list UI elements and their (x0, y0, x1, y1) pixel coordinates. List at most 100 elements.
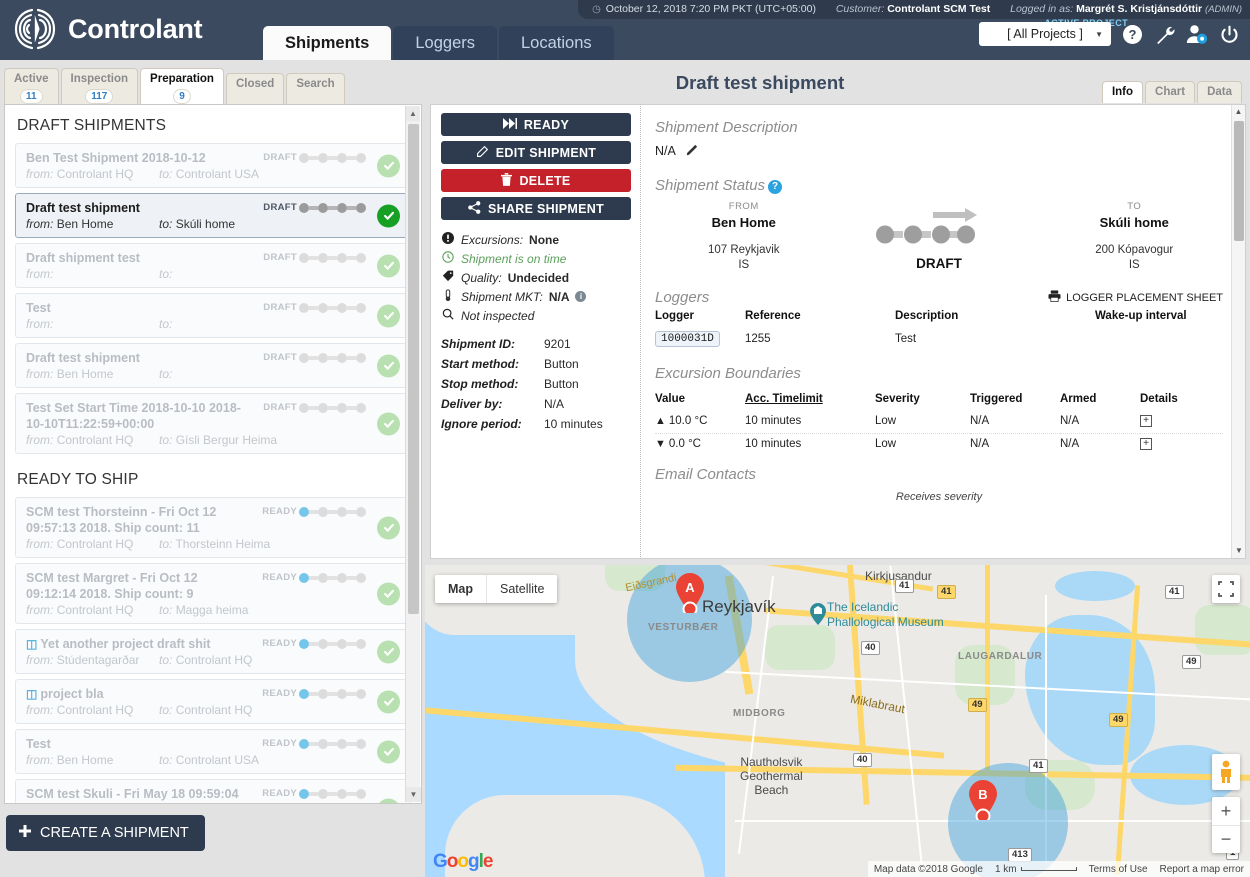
shipment-filter-tabs: Active 11 Inspection 117 Preparation 9 C… (4, 68, 347, 108)
map-type-satellite[interactable]: Satellite (486, 575, 557, 603)
subtab-active[interactable]: Active 11 (4, 68, 59, 108)
list-item[interactable]: Test from: Ben Home to: Controlant USA READ… (15, 729, 411, 774)
list-item[interactable]: SCM test Skuli - Fri May 18 09:59:04 201… (15, 779, 411, 803)
subtab-inspection[interactable]: Inspection 117 (60, 68, 139, 108)
shipment-check-icon[interactable] (377, 304, 400, 327)
delete-button[interactable]: DELETE (441, 169, 631, 192)
progress-dot (318, 506, 328, 517)
route-shield-49-a: 49 (1182, 655, 1201, 669)
list-item[interactable]: Test Set Start Time 2018-10-10 2018-10-1… (15, 393, 411, 454)
active-project-select[interactable]: [ All Projects ] ▼ (979, 22, 1111, 46)
tab-data[interactable]: Data (1197, 81, 1242, 103)
pencil-icon[interactable] (686, 143, 699, 159)
list-item[interactable]: Draft shipment test from: to: DRAFT (15, 243, 411, 288)
nav-tab-loggers[interactable]: Loggers (393, 26, 497, 60)
shipment-check-icon[interactable] (377, 412, 400, 435)
zoom-in-button[interactable]: + (1212, 797, 1240, 825)
nav-tab-shipments[interactable]: Shipments (263, 26, 392, 60)
list-item[interactable]: Draft test shipment from: Ben Home to: Skú… (15, 193, 411, 238)
brand-logo[interactable]: Controlant (12, 6, 203, 52)
subtab-search[interactable]: Search (286, 73, 345, 108)
map-pin-a[interactable]: A (676, 573, 704, 617)
progress-bar-segment (309, 575, 318, 580)
expand-icon[interactable]: + (1140, 438, 1152, 450)
share-shipment-button[interactable]: SHARE SHIPMENT (441, 197, 631, 220)
to-address-line2: IS (1128, 259, 1140, 271)
shipment-check-icon[interactable] (377, 254, 400, 277)
info-icon[interactable]: i (575, 291, 587, 302)
question-icon[interactable]: ? (768, 180, 783, 194)
scroll-down-icon[interactable]: ▼ (1232, 544, 1245, 558)
list-scrollbar[interactable]: ▲ ▼ (405, 106, 421, 802)
excursion-severity-high: Low (875, 411, 970, 434)
map-pin-a-label: A (685, 580, 695, 595)
shipment-map[interactable]: A B Eiðsgrandi Reykjavík VESTURBÆR MIDBO… (425, 565, 1250, 877)
detail-start-method: Start method: Button (441, 357, 630, 371)
subtab-closed[interactable]: Closed (225, 73, 285, 108)
route-shield-413: 413 (1008, 848, 1032, 862)
shipment-status-indicator: READY (262, 572, 366, 583)
shipment-check-icon[interactable] (377, 640, 400, 663)
list-item[interactable]: SCM test Margret - Fri Oct 12 09:12:14 2… (15, 563, 411, 624)
pegman-icon[interactable] (1212, 754, 1240, 790)
shipment-to: to: (159, 317, 173, 331)
map-pin-b[interactable]: B (969, 780, 997, 824)
map-report-link[interactable]: Report a map error (1160, 864, 1244, 875)
map-type-map[interactable]: Map (435, 575, 486, 603)
fullscreen-icon[interactable] (1212, 575, 1240, 603)
logger-chip[interactable]: 1000031D (655, 331, 720, 347)
subtab-inspection-label: Inspection (70, 73, 129, 85)
scrollbar-thumb[interactable] (1234, 121, 1244, 241)
nav-tab-locations[interactable]: Locations (499, 26, 614, 60)
map-type-switcher: Map Satellite (435, 575, 558, 603)
shipment-check-icon[interactable] (377, 354, 400, 377)
progress-dot (337, 302, 347, 313)
excursion-triggered-high: N/A (970, 411, 1060, 434)
progress-dot (356, 638, 366, 649)
list-item[interactable]: Draft test shipment from: Ben Home to: DRA… (15, 343, 411, 388)
shipment-check-icon[interactable] (377, 516, 400, 539)
progress-dot (337, 152, 347, 163)
table-row: 1000031D 1255 Test (655, 328, 1223, 353)
shipment-check-icon[interactable] (377, 154, 400, 177)
expand-icon[interactable]: + (1140, 415, 1152, 427)
route-shield-41-c: 41 (895, 579, 914, 593)
shipment-endpoints: from: Ben Home to: (26, 367, 364, 381)
scroll-down-icon[interactable]: ▼ (406, 787, 421, 802)
shipment-status-label: READY (262, 738, 297, 749)
ready-button-label: READY (523, 117, 570, 132)
power-icon[interactable] (1219, 24, 1240, 45)
progress-bar-segment (347, 405, 356, 410)
create-shipment-button[interactable]: CREATE A SHIPMENT (6, 815, 205, 851)
info-panel-scrollbar[interactable]: ▲ ▼ (1231, 105, 1245, 558)
subtab-preparation[interactable]: Preparation 9 (140, 68, 224, 108)
tab-info[interactable]: Info (1101, 81, 1144, 103)
list-item[interactable]: ◫ Yet another project draft shit from: Stú… (15, 629, 411, 674)
progress-bar-segment (309, 155, 318, 160)
shipment-check-icon[interactable] (377, 690, 400, 713)
edit-shipment-button[interactable]: EDIT SHIPMENT (441, 141, 631, 164)
progress-dot (356, 572, 366, 583)
wrench-icon[interactable] (1154, 24, 1175, 45)
shipment-check-icon[interactable] (377, 740, 400, 763)
shipment-check-icon[interactable] (377, 582, 400, 605)
zoom-out-button[interactable]: − (1212, 825, 1240, 853)
list-item[interactable]: SCM test Thorsteinn - Fri Oct 12 09:57:1… (15, 497, 411, 558)
chevron-down-icon: ▼ (1095, 29, 1103, 39)
tab-chart[interactable]: Chart (1145, 81, 1196, 103)
logger-placement-sheet-link[interactable]: LOGGER PLACEMENT SHEET (1048, 290, 1223, 305)
list-item[interactable]: ◫ project bla from: Controlant HQ to: Contr… (15, 679, 411, 724)
list-item[interactable]: Ben Test Shipment 2018-10-12 from: Contro… (15, 143, 411, 188)
user-settings-icon[interactable] (1186, 24, 1208, 45)
list-item[interactable]: Test from: to: DRAFT (15, 293, 411, 338)
progress-bar-segment (347, 155, 356, 160)
ready-button[interactable]: READY (441, 113, 631, 136)
map-terms-link[interactable]: Terms of Use (1089, 864, 1148, 875)
shipment-check-icon[interactable] (377, 798, 400, 803)
scroll-up-icon[interactable]: ▲ (406, 106, 420, 121)
shipment-check-icon[interactable] (377, 204, 400, 227)
help-icon[interactable]: ? (1122, 24, 1143, 45)
scrollbar-thumb[interactable] (408, 124, 419, 614)
loggers-header-row: Loggers LOGGER PLACEMENT SHEET (655, 289, 1223, 306)
scroll-up-icon[interactable]: ▲ (1232, 105, 1245, 119)
